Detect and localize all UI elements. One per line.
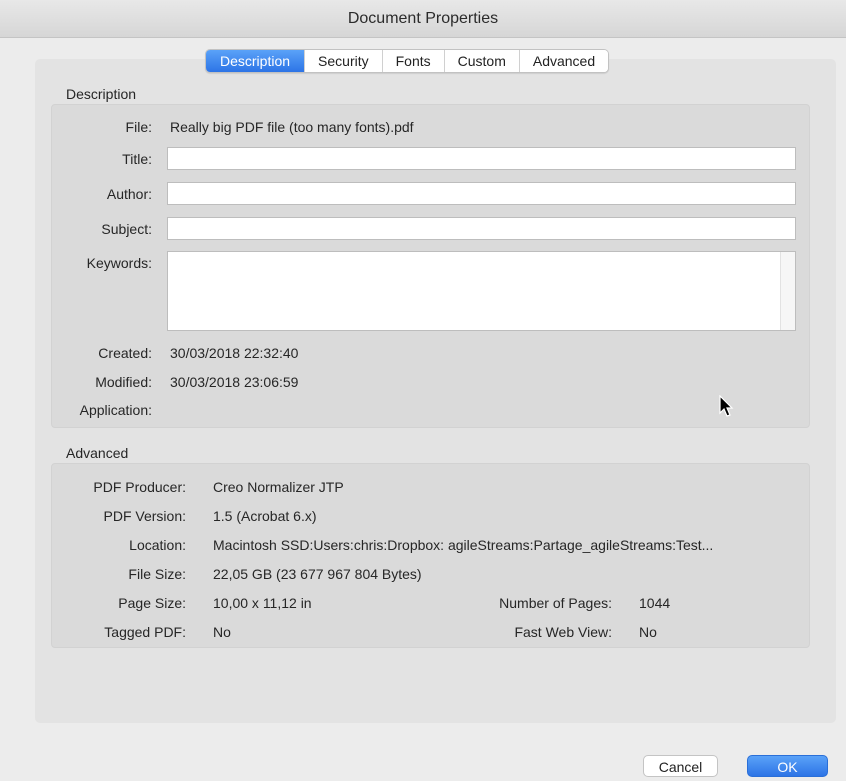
tab-description[interactable]: Description [206, 50, 306, 72]
author-field[interactable] [167, 182, 796, 205]
author-label: Author: [106, 186, 152, 202]
keywords-field[interactable] [167, 251, 796, 331]
cancel-button[interactable]: Cancel [643, 755, 718, 777]
fastweb-value: No [639, 624, 657, 640]
advanced-section-label: Advanced [66, 445, 129, 461]
numpages-label: Number of Pages: [499, 595, 612, 611]
tab-custom[interactable]: Custom [444, 50, 520, 72]
pagesize-value: 10,00 x 11,12 in [213, 595, 312, 611]
producer-value: Creo Normalizer JTP [213, 479, 344, 495]
fastweb-label: Fast Web View: [514, 624, 612, 640]
tab-bar: Description Security Fonts Custom Advanc… [205, 49, 610, 73]
ok-button[interactable]: OK [747, 755, 828, 777]
keywords-text [168, 252, 795, 258]
pagesize-label: Page Size: [118, 595, 186, 611]
tagged-value: No [213, 624, 231, 640]
location-label: Location: [129, 537, 186, 553]
description-section-label: Description [66, 86, 137, 102]
subject-field[interactable] [167, 217, 796, 240]
mouse-pointer-icon [719, 395, 734, 417]
created-value: 30/03/2018 22:32:40 [170, 345, 299, 361]
numpages-value: 1044 [639, 595, 671, 611]
modified-value: 30/03/2018 23:06:59 [170, 374, 299, 390]
tab-security[interactable]: Security [305, 50, 383, 72]
application-label: Application: [79, 402, 152, 418]
location-value: Macintosh SSD:Users:chris:Dropbox: agile… [213, 537, 714, 553]
created-label: Created: [98, 345, 152, 361]
file-label: File: [125, 119, 152, 135]
tab-advanced[interactable]: Advanced [519, 50, 609, 72]
file-value: Really big PDF file (too many fonts).pdf [170, 119, 414, 135]
title-field[interactable] [167, 147, 796, 170]
title-label: Title: [122, 151, 152, 167]
version-label: PDF Version: [103, 508, 186, 524]
tagged-label: Tagged PDF: [104, 624, 186, 640]
filesize-value: 22,05 GB (23 677 967 804 Bytes) [213, 566, 422, 582]
subject-label: Subject: [101, 221, 152, 237]
producer-label: PDF Producer: [93, 479, 186, 495]
keywords-label: Keywords: [86, 255, 152, 271]
version-value: 1.5 (Acrobat 6.x) [213, 508, 317, 524]
tab-fonts[interactable]: Fonts [382, 50, 445, 72]
filesize-label: File Size: [128, 566, 186, 582]
window-title: Document Properties [0, 0, 846, 38]
keywords-scrollbar[interactable] [780, 252, 795, 330]
modified-label: Modified: [95, 374, 152, 390]
